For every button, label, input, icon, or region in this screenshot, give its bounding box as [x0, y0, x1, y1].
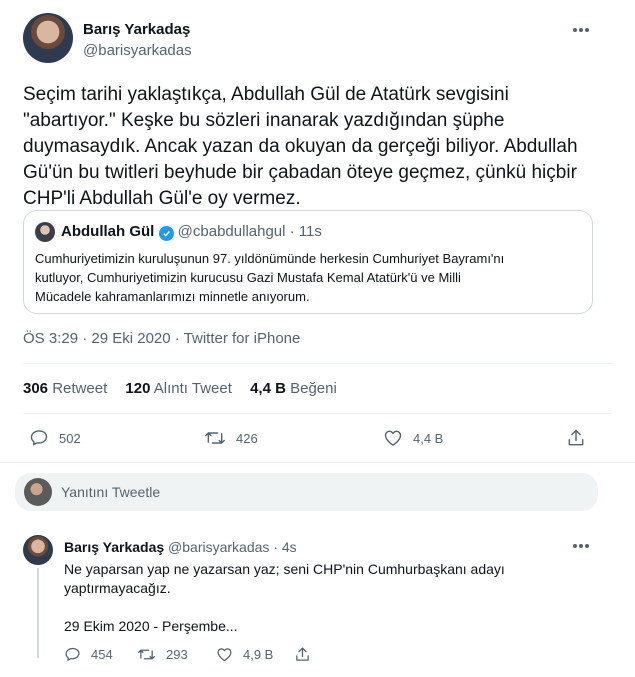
divider [23, 413, 612, 414]
author-name[interactable]: Barış Yarkadaş [83, 21, 190, 38]
like-button[interactable]: 4,4 B [383, 428, 443, 448]
more-options-icon[interactable] [573, 28, 589, 32]
quoted-tweet-text: Cumhuriyetimizin kuruluşunun 97. yıldönü… [35, 249, 504, 306]
quoted-text-line: Cumhuriyetimizin kuruluşunun 97. yıldönü… [35, 251, 505, 266]
reply-icon [65, 647, 80, 661]
retweet-count: 426 [236, 430, 258, 446]
reply-reply-count: 454 [91, 647, 113, 662]
reply-author-name[interactable]: Barış Yarkadaş [64, 539, 164, 555]
quote-label: Alıntı Tweet [153, 380, 232, 397]
reply-text-line: Ne yaparsan yap ne yazarsan yaz; seni CH… [64, 561, 505, 577]
quoted-text-line: Mücadele kahramanlarımızı minnetle anıyo… [35, 289, 310, 304]
retweet-label: Retweet [52, 380, 108, 397]
quote-stat[interactable]: 120 Alıntı Tweet [125, 380, 236, 397]
verified-badge-icon [158, 226, 174, 241]
tweet-text-line: Seçim tarihi yaklaştıkça, Abdullah Gül d… [23, 84, 509, 105]
retweet-icon [205, 432, 225, 444]
reply-count: 502 [59, 430, 81, 446]
current-user-avatar [24, 478, 52, 506]
reply-button[interactable]: 502 [29, 428, 81, 448]
tweet-text: Seçim tarihi yaklaştıkça, Abdullah Gül d… [23, 82, 613, 212]
reply-like-button[interactable]: 4,9 B [216, 646, 273, 663]
reply-more-options-icon[interactable] [573, 544, 589, 548]
like-stat[interactable]: 4,4 B Beğeni [250, 380, 337, 397]
tweet-text-line: CHP'li Abdullah Gül'e oy vermez. [23, 188, 301, 209]
like-count: 4,4 B [250, 380, 286, 397]
retweet-count: 306 [23, 380, 49, 397]
reply-retweet-count: 293 [166, 647, 188, 662]
quoted-tweet-header: Abdullah Gül @cbabdullahgul · 11s [61, 223, 322, 241]
tweet-text-line: "abartıyor." Keşke bu sözleri inanarak y… [23, 110, 505, 131]
quoted-tweet-time: · 11s [289, 223, 322, 240]
heart-icon [217, 648, 232, 662]
quoted-author-avatar [35, 222, 55, 242]
reply-like-count: 4,9 B [243, 647, 274, 662]
retweet-icon [138, 649, 155, 660]
quoted-text-line: kutluyor, Cumhuriyetimizin kurucusu Gazi… [35, 270, 461, 285]
quoted-tweet-card[interactable]: Abdullah Gül @cbabdullahgul · 11s Cumhur… [23, 210, 593, 314]
reply-tweet-text: Ne yaparsan yap ne yazarsan yaz; seni CH… [64, 560, 505, 598]
quoted-author-handle: @cbabdullahgul [177, 223, 286, 240]
retweet-button[interactable]: 426 [204, 428, 258, 448]
quote-count: 120 [125, 380, 151, 397]
reply-input-placeholder[interactable]: Yanıtını Tweetle [61, 484, 160, 500]
reply-text-line: yaptırmayacağız. [64, 580, 171, 596]
tweet-meta: ÖS 3:29 · 29 Eki 2020 · Twitter for iPho… [23, 330, 301, 347]
reply-composer[interactable]: Yanıtını Tweetle [15, 473, 598, 511]
tweet-text-line: Gü'ün bu twitleri beyhude bir çabadan öt… [23, 162, 577, 183]
divider [23, 363, 612, 364]
reply-author-avatar[interactable] [23, 535, 53, 565]
reply-tweet-header: Barış Yarkadaş @barisyarkadas · 4s [64, 539, 297, 555]
reply-reply-button[interactable]: 454 [64, 646, 113, 663]
reply-retweet-button[interactable]: 293 [137, 646, 188, 663]
reply-extra-text: 29 Ekim 2020 - Perşembe... [64, 618, 238, 634]
share-button[interactable] [566, 428, 586, 448]
retweet-stat[interactable]: 306 Retweet [23, 380, 111, 397]
thread-line [37, 568, 39, 658]
quoted-author-name: Abdullah Gül [61, 223, 155, 240]
divider [0, 462, 635, 463]
reply-icon [30, 430, 48, 446]
reply-tweet-time[interactable]: · 4s [273, 539, 296, 555]
reply-share-button[interactable] [294, 646, 311, 663]
reply-author-handle[interactable]: @barisyarkadas [168, 539, 269, 555]
share-icon [296, 647, 309, 661]
tweet-stats: 306 Retweet 120 Alıntı Tweet 4,4 B Beğen… [23, 380, 337, 397]
share-icon [568, 429, 584, 446]
author-avatar[interactable] [23, 13, 73, 63]
author-handle[interactable]: @barisyarkadas [83, 42, 192, 59]
heart-icon [384, 430, 402, 446]
tweet-text-line: duymasaydık. Ancak yazan da okuyan da ge… [23, 136, 578, 157]
like-label: Beğeni [290, 380, 337, 397]
like-count: 4,4 B [413, 430, 444, 446]
